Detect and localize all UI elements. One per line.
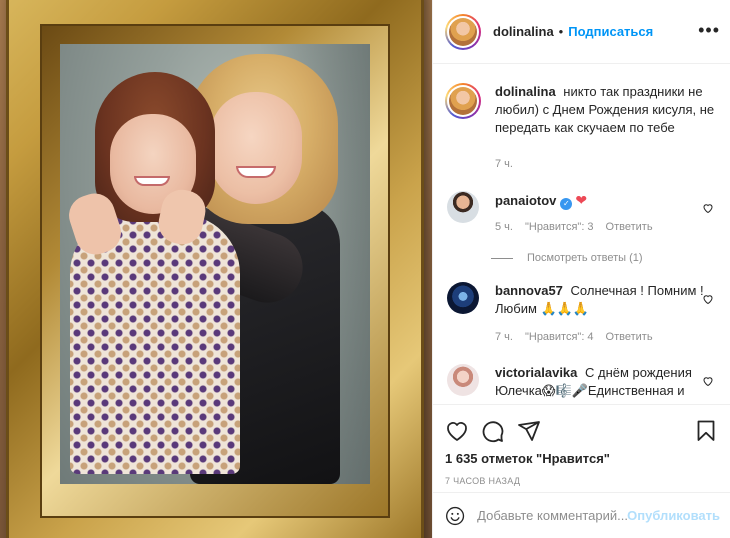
comment-text: ❤ bbox=[575, 192, 588, 208]
verified-badge-icon: ✓ bbox=[560, 198, 573, 210]
view-replies-label: Посмотреть ответы (1) bbox=[527, 252, 643, 264]
paper-plane-icon[interactable] bbox=[517, 419, 541, 443]
bookmark-icon[interactable] bbox=[694, 419, 718, 443]
view-replies-button[interactable]: Посмотреть ответы (1) bbox=[491, 252, 718, 264]
header-separator: • bbox=[558, 24, 564, 39]
reply-button[interactable]: Ответить bbox=[606, 218, 653, 236]
comments-list[interactable]: dolinalina никто так праздники не любил)… bbox=[433, 65, 730, 403]
caption-row: dolinalina никто так праздники не любил)… bbox=[445, 83, 718, 173]
action-icons-bar bbox=[445, 413, 718, 449]
author-username[interactable]: dolinalina bbox=[493, 24, 554, 39]
comment-row: victorialavika С днём рождения Юлечка😱🎼🎤… bbox=[445, 364, 718, 403]
post-side-panel: dolinalina • Подписаться ••• dolinalina … bbox=[432, 0, 730, 538]
reply-button[interactable]: Ответить bbox=[606, 328, 653, 346]
gold-picture-frame bbox=[6, 0, 424, 538]
comment-username[interactable]: panaiotov bbox=[495, 193, 556, 208]
commenter-avatar[interactable] bbox=[447, 191, 479, 223]
heart-outline-icon[interactable] bbox=[445, 419, 469, 443]
comment-like-heart-icon[interactable] bbox=[702, 375, 714, 387]
comment-like-heart-icon[interactable] bbox=[702, 293, 714, 305]
comment-time[interactable]: 7 ч. bbox=[495, 328, 513, 346]
comment-bubble-icon[interactable] bbox=[481, 419, 505, 443]
caption-username[interactable]: dolinalina bbox=[495, 84, 556, 99]
like-count[interactable]: 1 635 отметок "Нравится" bbox=[445, 451, 718, 466]
framed-photograph bbox=[60, 44, 370, 484]
comment-time[interactable]: 5 ч. bbox=[495, 218, 513, 236]
comment-username[interactable]: victorialavika bbox=[495, 365, 577, 380]
caption-avatar-ring[interactable] bbox=[445, 83, 481, 119]
comment-row: bannova57 Солнечная ! Помним ! Любим 🙏🙏🙏… bbox=[445, 282, 718, 346]
comment-input[interactable] bbox=[477, 508, 628, 523]
instagram-post: dolinalina • Подписаться ••• dolinalina … bbox=[0, 0, 730, 538]
comment-likes[interactable]: "Нравится": 4 bbox=[525, 328, 594, 346]
post-actions: 1 635 отметок "Нравится" 7 часов назад bbox=[433, 404, 730, 486]
commenter-avatar[interactable] bbox=[447, 364, 479, 396]
add-comment-bar: Опубликовать bbox=[433, 492, 730, 538]
author-avatar bbox=[449, 17, 477, 46]
post-header: dolinalina • Подписаться ••• bbox=[433, 0, 730, 64]
commenter-avatar[interactable] bbox=[447, 282, 479, 314]
comment-username[interactable]: bannova57 bbox=[495, 283, 563, 298]
smiley-icon[interactable] bbox=[445, 504, 465, 528]
replies-divider bbox=[491, 257, 513, 259]
follow-button[interactable]: Подписаться bbox=[568, 24, 653, 39]
caption-time[interactable]: 7 ч. bbox=[495, 155, 513, 173]
person-left-smile bbox=[134, 176, 170, 186]
publish-button[interactable]: Опубликовать bbox=[627, 508, 720, 523]
more-options-icon[interactable]: ••• bbox=[698, 21, 720, 39]
caption-avatar bbox=[449, 87, 477, 115]
person-right-smile bbox=[236, 166, 276, 178]
comment-like-heart-icon[interactable] bbox=[702, 202, 714, 214]
frame-inner-bevel bbox=[42, 26, 388, 516]
person-right-face bbox=[210, 92, 302, 204]
author-avatar-ring[interactable] bbox=[445, 13, 481, 50]
comment-row: panaiotov ✓ ❤ 5 ч. "Нравится": 3 Ответить bbox=[445, 191, 718, 236]
comment-likes[interactable]: "Нравится": 3 bbox=[525, 218, 594, 236]
post-timestamp[interactable]: 7 часов назад bbox=[445, 476, 718, 486]
post-photo[interactable] bbox=[0, 0, 432, 538]
